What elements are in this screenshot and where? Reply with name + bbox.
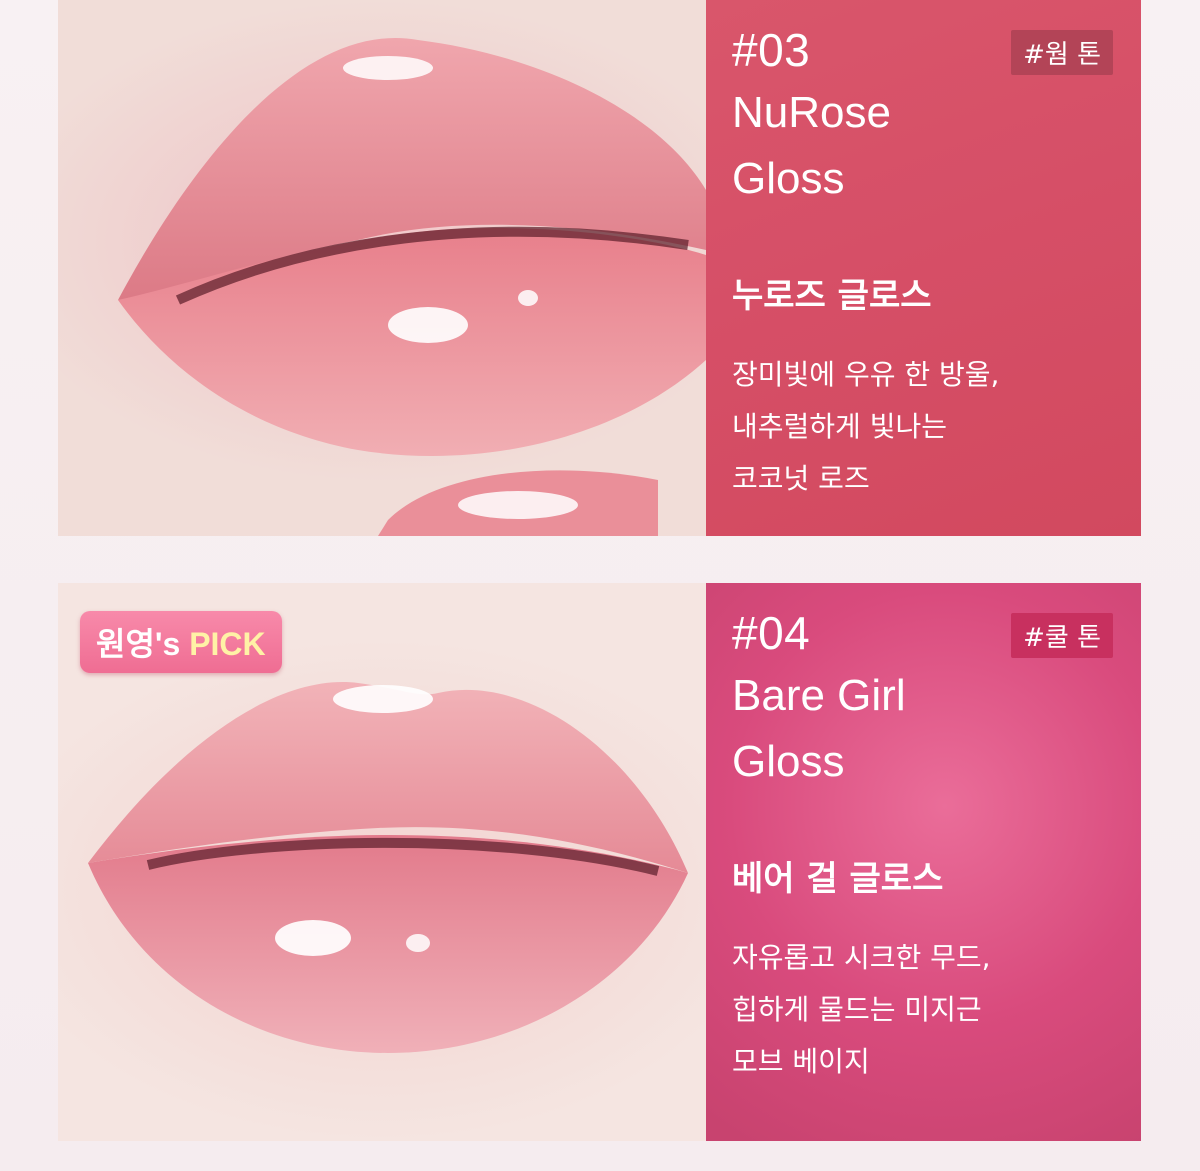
description-line: 모브 베이지 <box>732 1045 870 1078</box>
tone-tag: #웜 톤 <box>1011 30 1113 75</box>
description-line: 장미빛에 우유 한 방울, <box>732 358 1000 391</box>
description: 장미빛에 우유 한 방울, 내추럴하게 빛나는 코코넛 로즈 <box>732 349 1117 505</box>
lip-photo-nurose <box>58 0 706 536</box>
korean-name: 누로즈 글로스 <box>732 276 932 316</box>
description-line: 힙하게 물드는 미지근 <box>732 993 982 1026</box>
tone-tag: #쿨 톤 <box>1011 613 1113 658</box>
info-panel-nurose: #03 NuRose Gloss #웜 톤 누로즈 글로스 장미빛에 우유 한 … <box>706 0 1141 536</box>
lip-illustration <box>118 37 706 536</box>
badge-text-name: 원영's <box>96 626 190 662</box>
product-card-nurose: #03 NuRose Gloss #웜 톤 누로즈 글로스 장미빛에 우유 한 … <box>58 0 1141 536</box>
description-line: 코코넛 로즈 <box>732 462 870 495</box>
product-card-bare-girl: 원영's PICK #04 Bare Girl Gloss #쿨 톤 베어 걸 … <box>58 583 1141 1141</box>
product-page: #03 NuRose Gloss #웜 톤 누로즈 글로스 장미빛에 우유 한 … <box>0 0 1200 1171</box>
korean-name: 베어 걸 글로스 <box>732 859 944 899</box>
shade-name-line2: Gloss <box>732 737 845 786</box>
shade-name-line1: NuRose <box>732 88 891 137</box>
info-panel-bare-girl: #04 Bare Girl Gloss #쿨 톤 베어 걸 글로스 자유롭고 시… <box>706 583 1141 1141</box>
shade-name-line1: Bare Girl <box>732 671 906 720</box>
description-line: 자유롭고 시크한 무드, <box>732 941 991 974</box>
badge-text-pick: PICK <box>189 626 266 662</box>
wonyoung-pick-badge: 원영's PICK <box>80 611 282 673</box>
description-line: 내추럴하게 빛나는 <box>732 410 947 443</box>
lip-photo-bare-girl: 원영's PICK <box>58 583 706 1141</box>
description: 자유롭고 시크한 무드, 힙하게 물드는 미지근 모브 베이지 <box>732 932 1117 1088</box>
shade-name-line2: Gloss <box>732 154 845 203</box>
